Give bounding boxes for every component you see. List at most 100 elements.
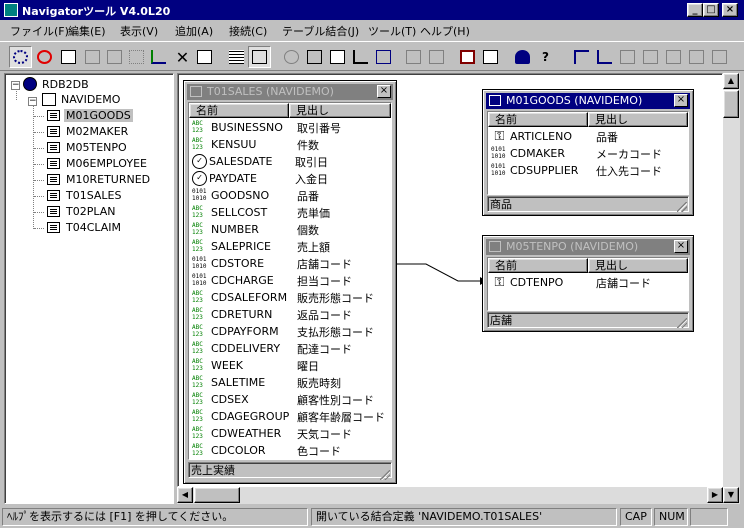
tool-tree-3[interactable] — [616, 46, 639, 68]
field-row[interactable]: ABC 123 CDRETURN 返品コード — [189, 306, 352, 323]
entity-field-list[interactable]: 名前 見出し ⚿ ARTICLENO 品番 0101 1010 CDMAKER メーカコード… — [487, 111, 689, 195]
field-row[interactable]: ABC 123 WEEK 曜日 — [189, 357, 319, 374]
tool-link[interactable] — [349, 46, 372, 68]
maximize-button[interactable]: □ — [703, 3, 719, 17]
minimize-button[interactable]: _ — [687, 3, 703, 17]
field-row[interactable]: ABC 123 CDDELIVERY 配達コード — [189, 340, 352, 357]
field-row[interactable]: 0101 1010 CDSUPPLIER 仕入先コード — [488, 162, 662, 179]
tree-table-m01goods[interactable]: M01GOODS — [47, 109, 133, 122]
app-icon[interactable] — [4, 3, 18, 17]
entity-field-list[interactable]: 名前 見出し ⚿ CDTENPO 店舗コード — [487, 257, 689, 311]
entity-title-bar[interactable]: M01GOODS (NAVIDEMO) × — [486, 93, 690, 109]
field-row[interactable]: ABC 123 SALEPRICE 売上額 — [189, 238, 330, 255]
scroll-up-button[interactable]: ▲ — [723, 73, 739, 89]
entity-window-m01goods[interactable]: M01GOODS (NAVIDEMO) × 名前 見出し ⚿ ARTICLENO 品… — [482, 89, 694, 216]
field-row[interactable]: ABC 123 KENSUU 件数 — [189, 136, 319, 153]
resize-grip[interactable] — [677, 202, 687, 212]
scroll-left-button[interactable]: ◀ — [177, 487, 193, 503]
tool-tree-1[interactable] — [570, 46, 593, 68]
entity-title-bar[interactable]: M05TENPO (NAVIDEMO) × — [486, 239, 690, 255]
tool-paste[interactable] — [425, 46, 448, 68]
vertical-scrollbar[interactable]: ▲ ▼ — [723, 73, 740, 504]
entity-window-m05tenpo[interactable]: M05TENPO (NAVIDEMO) × 名前 見出し ⚿ CDTENPO 店舗コ… — [482, 235, 694, 332]
tree-table-m06employee[interactable]: M06EMPLOYEE — [47, 157, 149, 170]
field-row[interactable]: ABC 123 CDWEATHER 天気コード — [189, 425, 352, 442]
tool-layout[interactable] — [248, 46, 271, 68]
entity-window-t01sales[interactable]: T01SALES (NAVIDEMO) × 名前 見出し ABC 123 BUSIN… — [183, 80, 397, 484]
resize-grip[interactable] — [677, 318, 687, 328]
tool-tree-5[interactable] — [662, 46, 685, 68]
entity-field-list[interactable]: 名前 見出し ABC 123 BUSINESSNO 取引番号 ABC 123 KENSUU 件… — [188, 102, 392, 460]
header-caption[interactable]: 見出し — [588, 112, 688, 127]
root-expander[interactable]: − — [11, 81, 20, 90]
tool-add-column[interactable] — [326, 46, 349, 68]
join-diagram-canvas[interactable]: T01SALES (NAVIDEMO) × 名前 見出し ABC 123 BUSIN… — [177, 73, 723, 487]
tool-join[interactable] — [372, 46, 395, 68]
tool-move[interactable] — [125, 46, 148, 68]
menu-add[interactable]: 追加(A) — [175, 23, 213, 39]
tool-copy[interactable] — [402, 46, 425, 68]
menu-help[interactable]: ヘルプ(H) — [420, 23, 470, 39]
field-row[interactable]: ABC 123 SELLCOST 売単価 — [189, 204, 330, 221]
tool-tree-2[interactable] — [593, 46, 616, 68]
tree-schema[interactable]: NAVIDEMO — [42, 93, 122, 106]
tree-table-t04claim[interactable]: T04CLAIM — [47, 221, 123, 234]
horizontal-scrollbar[interactable]: ◀ ▶ — [177, 487, 723, 504]
vertical-scroll-thumb[interactable] — [723, 90, 739, 118]
tool-tree-4[interactable] — [639, 46, 662, 68]
tool-edit[interactable] — [193, 46, 216, 68]
tool-help[interactable]: ? — [534, 46, 557, 68]
tool-delete[interactable]: ✕ — [171, 46, 194, 68]
field-row[interactable]: ABC 123 CDSEX 顧客性別コード — [189, 391, 374, 408]
tool-grid[interactable] — [225, 46, 248, 68]
tree-table-m02maker[interactable]: M02MAKER — [47, 125, 130, 138]
field-row[interactable]: ABC 123 CDPAYFORM 支払形態コード — [189, 323, 374, 340]
header-name[interactable]: 名前 — [488, 258, 588, 273]
tree-root[interactable]: RDB2DB — [23, 77, 91, 91]
scroll-right-button[interactable]: ▶ — [707, 487, 723, 503]
entity-close-button[interactable]: × — [674, 94, 688, 107]
schema-tree[interactable]: − RDB2DB − NAVIDEMO M01GOODS M02MAKER M05T… — [4, 73, 174, 504]
tree-table-m05tenpo[interactable]: M05TENPO — [47, 141, 129, 154]
scroll-down-button[interactable]: ▼ — [723, 487, 739, 503]
tool-connect[interactable] — [9, 46, 32, 68]
tool-table[interactable] — [81, 46, 104, 68]
tool-find[interactable] — [103, 46, 126, 68]
window-title-bar[interactable]: Navigatorツール V4.0L20 _ □ × — [0, 0, 744, 20]
horizontal-scroll-thumb[interactable] — [194, 487, 240, 503]
tree-table-m10returned[interactable]: M10RETURNED — [47, 173, 152, 186]
menu-view[interactable]: 表示(V) — [120, 23, 158, 39]
tool-relation[interactable] — [147, 46, 170, 68]
tool-user[interactable] — [511, 46, 534, 68]
menu-tools[interactable]: ツール(T) — [368, 23, 416, 39]
field-row[interactable]: ⚿ CDTENPO 店舗コード — [488, 274, 651, 291]
tool-properties[interactable] — [57, 46, 80, 68]
field-row[interactable]: ABC 123 CDCOLOR 色コード — [189, 442, 341, 459]
header-caption[interactable]: 見出し — [289, 103, 391, 118]
entity-title-bar[interactable]: T01SALES (NAVIDEMO) × — [187, 84, 393, 100]
header-caption[interactable]: 見出し — [588, 258, 688, 273]
field-row[interactable]: ✓ SALESDATE 取引日 — [189, 153, 328, 170]
menu-connect[interactable]: 接続(C) — [229, 23, 267, 39]
schema-expander[interactable]: − — [28, 97, 37, 106]
field-row[interactable]: ⚿ ARTICLENO 品番 — [488, 128, 618, 145]
entity-close-button[interactable]: × — [377, 85, 391, 98]
tool-lookup[interactable] — [280, 46, 303, 68]
field-row[interactable]: ABC 123 NUMBER 個数 — [189, 221, 319, 238]
header-name[interactable]: 名前 — [189, 103, 289, 118]
field-row[interactable]: ✓ PAYDATE 入金日 — [189, 170, 328, 187]
field-row[interactable]: ABC 123 CDSALEFORM 販売形態コード — [189, 289, 374, 306]
close-button[interactable]: × — [722, 3, 738, 17]
menu-edit[interactable]: 編集(E) — [68, 23, 106, 39]
header-name[interactable]: 名前 — [488, 112, 588, 127]
menu-file[interactable]: ファイル(F) — [10, 23, 69, 39]
field-row[interactable]: ABC 123 CDAGEGROUP 顧客年齢層コード — [189, 408, 385, 425]
tool-calendar[interactable] — [479, 46, 502, 68]
field-row[interactable]: 0101 1010 CDCHARGE 担当コード — [189, 272, 352, 289]
field-row[interactable]: 0101 1010 GOODSNO 品番 — [189, 187, 319, 204]
menu-table-join[interactable]: テーブル結合(J) — [282, 23, 359, 39]
field-row[interactable]: ABC 123 BUSINESSNO 取引番号 — [189, 119, 341, 136]
field-row[interactable]: 0101 1010 CDMAKER メーカコード — [488, 145, 662, 162]
tree-table-t01sales[interactable]: T01SALES — [47, 189, 124, 202]
resize-grip[interactable] — [380, 470, 390, 480]
